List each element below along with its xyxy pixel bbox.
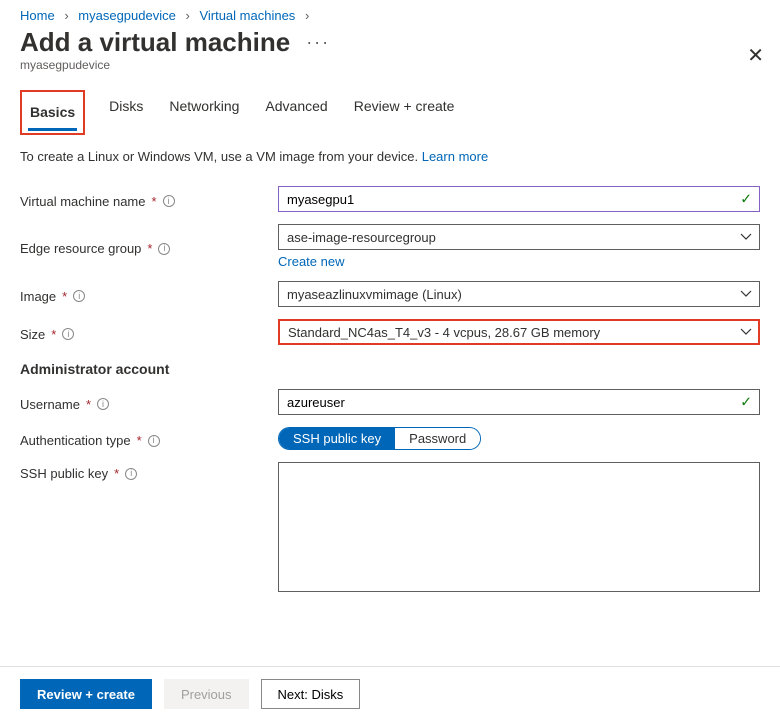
info-icon[interactable]: i [73, 290, 85, 302]
close-icon[interactable]: ✕ [747, 46, 764, 66]
tab-advanced[interactable]: Advanced [263, 90, 329, 135]
required-icon: * [114, 466, 119, 481]
label-erg-text: Edge resource group [20, 241, 141, 256]
check-icon: ✓ [740, 394, 752, 411]
label-vm-name-text: Virtual machine name [20, 194, 146, 209]
label-vm-name: Virtual machine name * i [20, 190, 278, 209]
tab-basics-highlight: Basics [20, 90, 85, 135]
chevron-down-icon [740, 288, 752, 300]
size-select[interactable]: Standard_NC4as_T4_v3 - 4 vcpus, 28.67 GB… [278, 319, 760, 345]
tab-networking[interactable]: Networking [167, 90, 241, 135]
info-icon[interactable]: i [163, 195, 175, 207]
label-auth-type-text: Authentication type [20, 433, 131, 448]
size-value: Standard_NC4as_T4_v3 - 4 vcpus, 28.67 GB… [288, 325, 600, 340]
auth-type-toggle: SSH public key Password [278, 427, 481, 450]
required-icon: * [62, 289, 67, 304]
label-username-text: Username [20, 397, 80, 412]
label-image: Image * i [20, 285, 278, 304]
chevron-down-icon [740, 231, 752, 243]
intro-text-span: To create a Linux or Windows VM, use a V… [20, 149, 422, 164]
create-new-link[interactable]: Create new [278, 254, 344, 269]
page-title: Add a virtual machine [20, 27, 290, 58]
intro-text: To create a Linux or Windows VM, use a V… [0, 149, 780, 180]
review-create-button[interactable]: Review + create [20, 679, 152, 709]
administrator-account-heading: Administrator account [0, 351, 780, 383]
page-subtitle: myasegpudevice [0, 58, 780, 90]
tab-basics[interactable]: Basics [28, 96, 77, 131]
tabs: Basics Disks Networking Advanced Review … [0, 90, 780, 135]
add-vm-panel: Home › myasegpudevice › Virtual machines… [0, 0, 780, 721]
tab-review[interactable]: Review + create [352, 90, 457, 135]
chevron-down-icon [740, 326, 752, 338]
chevron-right-icon: › [185, 8, 189, 23]
learn-more-link[interactable]: Learn more [422, 149, 488, 164]
ssh-public-key-textarea[interactable] [278, 462, 760, 592]
edge-resource-group-select[interactable]: ase-image-resourcegroup [278, 224, 760, 250]
more-actions-icon[interactable]: ··· [306, 32, 330, 53]
required-icon: * [152, 194, 157, 209]
label-auth-type: Authentication type * i [20, 429, 278, 448]
required-icon: * [51, 327, 56, 342]
auth-ssh-option[interactable]: SSH public key [279, 428, 395, 449]
image-value: myaseazlinuxvmimage (Linux) [287, 287, 462, 302]
breadcrumb-vms[interactable]: Virtual machines [199, 8, 295, 23]
label-erg: Edge resource group * i [20, 237, 278, 256]
tab-disks[interactable]: Disks [107, 90, 145, 135]
footer: Review + create Previous Next: Disks [0, 666, 780, 721]
label-image-text: Image [20, 289, 56, 304]
breadcrumb-device[interactable]: myasegpudevice [78, 8, 176, 23]
auth-password-option[interactable]: Password [395, 428, 480, 449]
username-input[interactable] [278, 389, 760, 415]
info-icon[interactable]: i [62, 328, 74, 340]
required-icon: * [137, 433, 142, 448]
required-icon: * [86, 397, 91, 412]
label-ssh-key-text: SSH public key [20, 466, 108, 481]
image-select[interactable]: myaseazlinuxvmimage (Linux) [278, 281, 760, 307]
erg-value: ase-image-resourcegroup [287, 230, 436, 245]
info-icon[interactable]: i [125, 468, 137, 480]
info-icon[interactable]: i [97, 398, 109, 410]
previous-button: Previous [164, 679, 249, 709]
label-size: Size * i [20, 323, 278, 342]
breadcrumb-home[interactable]: Home [20, 8, 55, 23]
next-disks-button[interactable]: Next: Disks [261, 679, 361, 709]
vm-name-input[interactable] [278, 186, 760, 212]
chevron-right-icon: › [305, 8, 309, 23]
chevron-right-icon: › [64, 8, 68, 23]
label-size-text: Size [20, 327, 45, 342]
label-ssh-key: SSH public key * i [20, 462, 278, 481]
info-icon[interactable]: i [148, 435, 160, 447]
check-icon: ✓ [740, 191, 752, 208]
label-username: Username * i [20, 393, 278, 412]
info-icon[interactable]: i [158, 243, 170, 255]
breadcrumb: Home › myasegpudevice › Virtual machines… [0, 0, 780, 23]
required-icon: * [147, 241, 152, 256]
